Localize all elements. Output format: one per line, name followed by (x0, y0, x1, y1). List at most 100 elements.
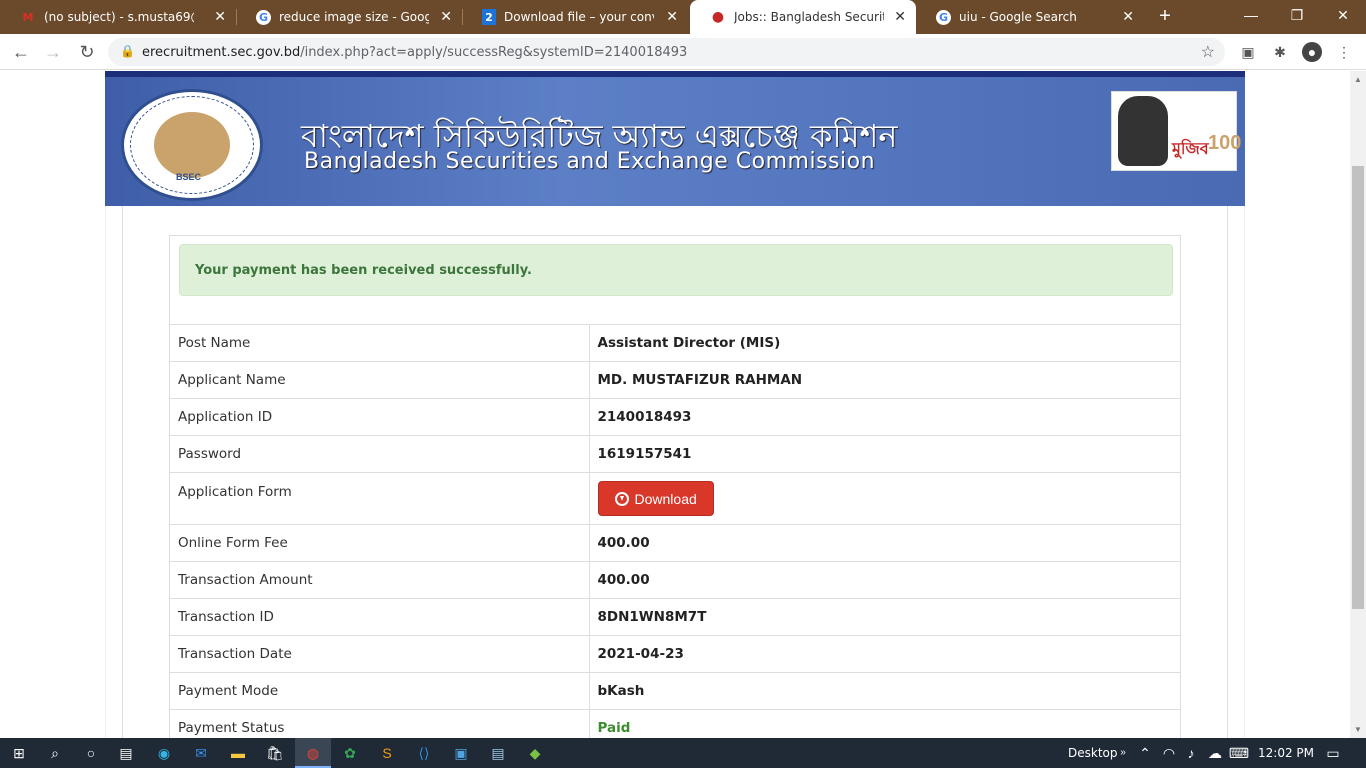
table-row: Post Name Assistant Director (MIS) (170, 324, 1180, 362)
desktop-label[interactable]: Desktop (1068, 746, 1118, 760)
app-icon[interactable]: ◆ (524, 743, 546, 763)
web-page: BSEC বাংলাদেশ সিকিউরিটিজ অ্যান্ড এক্সচেঞ… (0, 71, 1350, 738)
row-value: Assistant Director (MIS) (589, 324, 1180, 362)
chrome-icon[interactable]: ◍ (302, 743, 324, 763)
vscode-icon[interactable]: ⟨⟩ (413, 743, 435, 763)
chevron-icon[interactable]: » (1112, 743, 1134, 763)
row-label: Application ID (170, 398, 590, 436)
clock[interactable]: 12:02 PM (1258, 746, 1314, 760)
bookmark-star-icon[interactable]: ☆ (1201, 42, 1215, 62)
divider (105, 206, 106, 738)
payment-status-value: Paid (589, 709, 1180, 738)
url-host: erecruitment.sec.gov.bd (142, 45, 301, 60)
table-row: Payment Status Paid (170, 709, 1180, 738)
tab-gmail[interactable]: M (no subject) - s.musta69@gmail ✕ (0, 0, 236, 34)
gmail-icon: M (22, 10, 34, 24)
row-value: Download (589, 472, 1180, 525)
tab-title: uiu - Google Search (959, 10, 1077, 24)
tab-title: reduce image size - Google Se (279, 10, 429, 24)
avatar[interactable]: ● (1302, 42, 1322, 62)
row-label: Online Form Fee (170, 524, 590, 562)
close-tab-icon[interactable]: ✕ (666, 9, 678, 25)
store-icon[interactable]: 🛍 (264, 743, 286, 763)
onedrive-icon[interactable]: ☁ (1204, 743, 1226, 763)
table-row: Password 1619157541 (170, 435, 1180, 473)
close-tab-icon[interactable]: ✕ (894, 9, 906, 25)
row-label: Payment Status (170, 709, 590, 738)
wifi-icon[interactable]: ◠ (1158, 743, 1180, 763)
row-label: Payment Mode (170, 672, 590, 710)
divider (122, 206, 123, 738)
tab-google-uiu[interactable]: G uiu - Google Search ✕ (916, 0, 1144, 34)
google-icon: G (256, 9, 271, 25)
app-icon[interactable]: ✿ (339, 743, 361, 763)
windows-start-icon[interactable]: ⊞ (8, 743, 30, 763)
payment-details-table: Post Name Assistant Director (MIS) Appli… (170, 324, 1180, 738)
row-value: bKash (589, 672, 1180, 710)
tab-bsec-jobs[interactable]: ● Jobs:: Bangladesh Securities ar ✕ (690, 0, 916, 34)
sublime-icon[interactable]: S (376, 743, 398, 763)
url-path: /index.php?act=apply/successReg&systemID… (300, 45, 688, 60)
tab-download-file[interactable]: 2 Download file – your conversio ✕ (462, 0, 688, 34)
row-label: Transaction Date (170, 635, 590, 673)
address-bar[interactable]: 🔒 erecruitment.sec.gov.bd/index.php?act=… (108, 38, 1225, 66)
scroll-up-arrow-icon[interactable]: ▲ (1350, 75, 1366, 84)
row-value: 1619157541 (589, 435, 1180, 473)
site-banner: BSEC বাংলাদেশ সিকিউরিটিজ অ্যান্ড এক্সচেঞ… (105, 71, 1245, 206)
tab-google-reduce-image[interactable]: G reduce image size - Google Se ✕ (236, 0, 462, 34)
back-button[interactable]: ← (9, 40, 33, 64)
tab-title: (no subject) - s.musta69@gmail (44, 10, 194, 24)
divider (1244, 206, 1245, 738)
notifications-icon[interactable]: ▭ (1322, 743, 1344, 763)
table-row: Applicant Name MD. MUSTAFIZUR RAHMAN (170, 361, 1180, 399)
success-message: Your payment has been received successfu… (195, 263, 532, 278)
row-label: Applicant Name (170, 361, 590, 399)
row-label: Transaction Amount (170, 561, 590, 599)
extensions-icon[interactable]: ✱ (1270, 42, 1290, 62)
tab-title: Download file – your conversio (504, 10, 654, 24)
lock-icon[interactable]: 🔒 (120, 44, 135, 58)
close-tab-icon[interactable]: ✕ (440, 9, 452, 25)
reload-button[interactable]: ↻ (75, 40, 99, 64)
payment-details-panel: Your payment has been received successfu… (169, 235, 1181, 738)
cortana-icon[interactable]: ○ (80, 743, 102, 763)
volume-icon[interactable]: ♪ (1180, 743, 1202, 763)
seal-label: BSEC (176, 172, 202, 182)
scroll-down-arrow-icon[interactable]: ▼ (1350, 725, 1366, 734)
notepad-icon[interactable]: ▤ (487, 743, 509, 763)
close-window-button[interactable]: ✕ (1320, 0, 1366, 30)
minimize-button[interactable]: — (1228, 0, 1274, 30)
profile-switch-icon[interactable]: ▣ (1238, 42, 1258, 62)
input-icon[interactable]: ⌨ (1228, 743, 1250, 763)
task-view-icon[interactable]: ▤ (115, 743, 137, 763)
tab-title: Jobs:: Bangladesh Securities ar (734, 10, 884, 24)
row-value: 400.00 (589, 561, 1180, 599)
browser-toolbar: ← → ↻ 🔒 erecruitment.sec.gov.bd/index.ph… (0, 34, 1366, 70)
table-row: Transaction ID 8DN1WN8M7T (170, 598, 1180, 636)
portrait-image (1118, 96, 1168, 166)
bangladesh-map-icon (154, 112, 230, 178)
file-explorer-icon[interactable]: ▬ (227, 743, 249, 763)
image-editor-icon[interactable]: ▣ (450, 743, 472, 763)
row-label: Application Form (170, 472, 590, 525)
close-tab-icon[interactable]: ✕ (214, 9, 226, 25)
vertical-scrollbar[interactable]: ▲ ▼ (1350, 71, 1366, 738)
search-icon[interactable]: ⌕ (44, 743, 66, 763)
logo-100-mark: 100 (1208, 132, 1242, 154)
restore-button[interactable]: ❐ (1274, 0, 1320, 30)
edge-icon[interactable]: ◉ (153, 743, 175, 763)
forward-button[interactable]: → (41, 40, 65, 64)
url-text: erecruitment.sec.gov.bd/index.php?act=ap… (142, 45, 687, 60)
download-button[interactable]: Download (597, 481, 714, 516)
mail-icon[interactable]: ✉ (190, 743, 212, 763)
chevron-up-icon[interactable]: ⌃ (1134, 743, 1156, 763)
new-tab-button[interactable]: + (1153, 4, 1177, 28)
download-site-icon: 2 (482, 9, 496, 25)
divider (1227, 206, 1228, 738)
mujib-100-logo: মুজিব 100 (1111, 91, 1241, 171)
row-label: Password (170, 435, 590, 473)
browser-tab-strip: M (no subject) - s.musta69@gmail ✕ G red… (0, 0, 1366, 34)
menu-icon[interactable]: ⋮ (1334, 42, 1354, 62)
close-tab-icon[interactable]: ✕ (1122, 9, 1134, 25)
scrollbar-thumb[interactable] (1352, 166, 1364, 609)
